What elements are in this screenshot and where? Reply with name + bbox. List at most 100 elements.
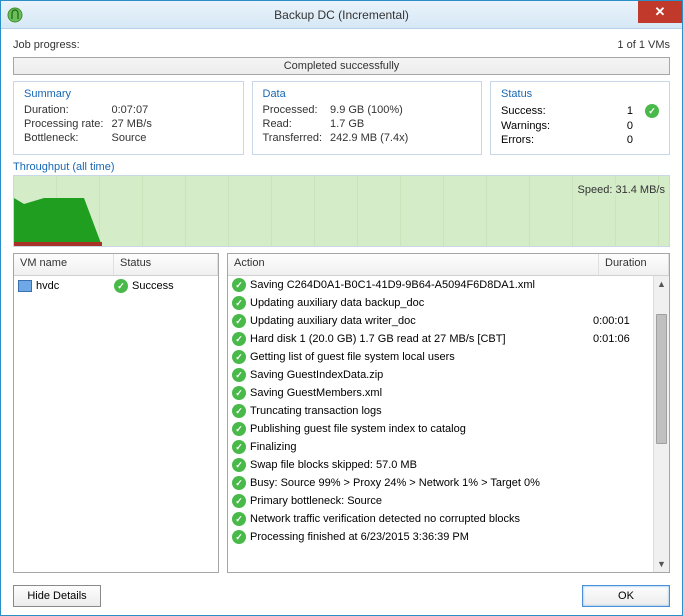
scroll-up-icon[interactable]: ▲: [654, 276, 669, 292]
list-item[interactable]: Hard disk 1 (20.0 GB) 1.7 GB read at 27 …: [228, 330, 653, 348]
read-label: Read:: [263, 118, 323, 130]
progress-bar: Completed successfully: [13, 57, 670, 75]
action-text: Updating auxiliary data writer_doc: [250, 315, 589, 327]
success-icon: [232, 422, 246, 436]
action-text: Hard disk 1 (20.0 GB) 1.7 GB read at 27 …: [250, 333, 589, 345]
success-value: 1: [558, 105, 637, 117]
rate-label: Processing rate:: [24, 118, 103, 130]
success-icon: [232, 512, 246, 526]
list-item[interactable]: Updating auxiliary data writer_doc0:00:0…: [228, 312, 653, 330]
read-value: 1.7 GB: [330, 118, 471, 130]
progress-count: 1 of 1 VMs: [617, 39, 670, 51]
vm-list: VM name Status hvdc Success: [13, 253, 219, 573]
app-icon: [7, 7, 23, 23]
data-title: Data: [263, 88, 472, 100]
list-item[interactable]: Finalizing: [228, 438, 653, 456]
list-item[interactable]: Saving GuestIndexData.zip: [228, 366, 653, 384]
vm-icon: [18, 280, 32, 292]
window-title: Backup DC (Incremental): [1, 8, 682, 22]
action-col-header[interactable]: Action: [228, 254, 599, 275]
success-icon: [232, 368, 246, 382]
errors-value: 0: [558, 134, 637, 146]
rate-value: 27 MB/s: [111, 118, 232, 130]
success-icon: [232, 530, 246, 544]
status-col-header[interactable]: Status: [114, 254, 218, 275]
list-item[interactable]: Saving C264D0A1-B0C1-41D9-9B64-A5094F6D8…: [228, 276, 653, 294]
hide-details-button[interactable]: Hide Details: [13, 585, 101, 607]
progress-bar-text: Completed successfully: [284, 60, 400, 72]
action-text: Finalizing: [250, 441, 589, 453]
vm-status-text: Success: [132, 280, 174, 292]
success-icon: [232, 476, 246, 490]
transferred-label: Transferred:: [263, 132, 323, 144]
action-list: Action Duration Saving C264D0A1-B0C1-41D…: [227, 253, 670, 573]
list-item[interactable]: Publishing guest file system index to ca…: [228, 420, 653, 438]
throughput-speed: Speed: 31.4 MB/s: [578, 184, 665, 196]
summary-title: Summary: [24, 88, 233, 100]
action-text: Busy: Source 99% > Proxy 24% > Network 1…: [250, 477, 589, 489]
processed-value: 9.9 GB (100%): [330, 104, 471, 116]
table-row[interactable]: hvdc Success: [14, 276, 218, 296]
action-list-body[interactable]: Saving C264D0A1-B0C1-41D9-9B64-A5094F6D8…: [228, 276, 669, 572]
action-list-header[interactable]: Action Duration: [228, 254, 669, 276]
status-title: Status: [501, 88, 659, 100]
list-item[interactable]: Saving GuestMembers.xml: [228, 384, 653, 402]
scroll-thumb[interactable]: [656, 314, 667, 444]
ok-button[interactable]: OK: [582, 585, 670, 607]
data-panel: Data Processed: 9.9 GB (100%) Read: 1.7 …: [252, 81, 483, 155]
list-item[interactable]: Getting list of guest file system local …: [228, 348, 653, 366]
action-text: Saving GuestMembers.xml: [250, 387, 589, 399]
action-text: Primary bottleneck: Source: [250, 495, 589, 507]
action-text: Saving GuestIndexData.zip: [250, 369, 589, 381]
info-panels: Summary Duration: 0:07:07 Processing rat…: [13, 81, 670, 155]
vm-col-header[interactable]: VM name: [14, 254, 114, 275]
success-icon: [232, 458, 246, 472]
success-icon: [232, 350, 246, 364]
throughput-area: [14, 198, 102, 246]
success-icon: [232, 296, 246, 310]
action-scrollbar[interactable]: ▲ ▼: [653, 276, 669, 572]
close-icon: ✕: [655, 4, 666, 20]
status-panel: Status Success: 1 Warnings: 0 Errors: 0: [490, 81, 670, 155]
dialog-window: Backup DC (Incremental) ✕ Job progress: …: [0, 0, 683, 616]
action-text: Publishing guest file system index to ca…: [250, 423, 589, 435]
action-text: Network traffic verification detected no…: [250, 513, 589, 525]
list-item[interactable]: Processing finished at 6/23/2015 3:36:39…: [228, 528, 653, 546]
throughput-chart: Speed: 31.4 MB/s: [13, 175, 670, 247]
list-item[interactable]: Busy: Source 99% > Proxy 24% > Network 1…: [228, 474, 653, 492]
content-area: Job progress: 1 of 1 VMs Completed succe…: [1, 29, 682, 615]
success-icon: [232, 494, 246, 508]
progress-label: Job progress:: [13, 39, 80, 51]
summary-panel: Summary Duration: 0:07:07 Processing rat…: [13, 81, 244, 155]
duration-col-header[interactable]: Duration: [599, 254, 669, 275]
list-item[interactable]: Swap file blocks skipped: 57.0 MB: [228, 456, 653, 474]
list-item[interactable]: Network traffic verification detected no…: [228, 510, 653, 528]
vm-list-header[interactable]: VM name Status: [14, 254, 218, 276]
bottleneck-value: Source: [111, 132, 232, 144]
throughput-title: Throughput (all time): [13, 161, 670, 173]
progress-row: Job progress: 1 of 1 VMs: [13, 39, 670, 51]
footer: Hide Details OK: [13, 579, 670, 607]
success-icon: [645, 104, 659, 118]
success-icon: [232, 404, 246, 418]
titlebar[interactable]: Backup DC (Incremental) ✕: [1, 1, 682, 29]
duration-value: 0:07:07: [111, 104, 232, 116]
success-icon: [232, 386, 246, 400]
scroll-down-icon[interactable]: ▼: [654, 556, 669, 572]
success-icon: [114, 279, 128, 293]
list-item[interactable]: Primary bottleneck: Source: [228, 492, 653, 510]
vm-name-text: hvdc: [36, 280, 59, 292]
vm-list-body[interactable]: hvdc Success: [14, 276, 218, 572]
warnings-value: 0: [558, 120, 637, 132]
success-icon: [232, 332, 246, 346]
action-text: Saving C264D0A1-B0C1-41D9-9B64-A5094F6D8…: [250, 279, 589, 291]
errors-label: Errors:: [501, 134, 550, 146]
processed-label: Processed:: [263, 104, 323, 116]
transferred-value: 242.9 MB (7.4x): [330, 132, 471, 144]
success-icon: [232, 314, 246, 328]
success-icon: [232, 440, 246, 454]
warnings-label: Warnings:: [501, 120, 550, 132]
close-button[interactable]: ✕: [638, 1, 682, 23]
list-item[interactable]: Truncating transaction logs: [228, 402, 653, 420]
list-item[interactable]: Updating auxiliary data backup_doc: [228, 294, 653, 312]
